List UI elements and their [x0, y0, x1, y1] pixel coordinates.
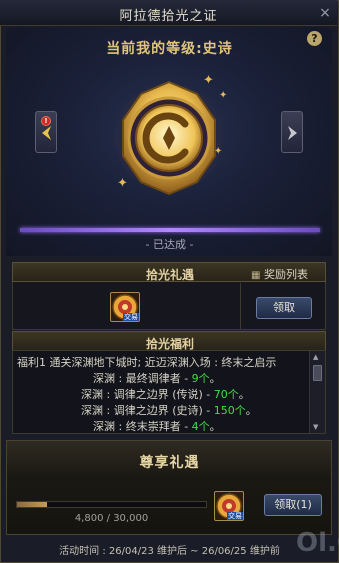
level-status: - 已达成 -	[145, 238, 194, 251]
tradable-tag: 交易	[227, 512, 243, 520]
claim-premium-button[interactable]: 领取(1)	[264, 494, 322, 516]
close-icon[interactable]: ×	[318, 6, 332, 20]
event-period: 活动时间 : 26/04/23 维护后 ~ 26/06/25 维护前	[59, 546, 280, 557]
welfare-line: 深渊 : 调律之边界 (史诗) - 150个。	[81, 404, 257, 417]
watermark-logo: Ol.G	[296, 528, 339, 558]
premium-progress-fill	[17, 502, 48, 507]
welfare-line: 福利1 通关深渊地下城时; 近迈深渊入场 : 终末之启示	[17, 356, 277, 369]
sparkle-icon: ✦	[219, 90, 228, 101]
notification-badge: !	[41, 116, 51, 126]
grid-icon: ▦	[251, 270, 261, 281]
window-title: 阿拉德拾光之证	[119, 9, 218, 24]
scroll-up-icon[interactable]: ▲	[313, 353, 318, 361]
title-bar: 阿拉德拾光之证 ×	[0, 0, 337, 26]
welfare-line: 深渊 : 最终调律者 - 9个。	[93, 372, 221, 385]
chevron-right-icon	[288, 126, 297, 140]
scroll-thumb[interactable]	[313, 365, 322, 381]
welfare-line: 深渊 : 调律之边界 (传说) - 70个。	[81, 388, 250, 401]
premium-item-slot[interactable]: 交易	[214, 491, 244, 521]
scroll-down-icon[interactable]: ▼	[313, 423, 318, 431]
welfare-list[interactable]: 福利1 通关深渊地下城时; 近迈深渊入场 : 终末之启示 深渊 : 最终调律者 …	[12, 350, 326, 434]
sparkle-icon: ✦	[214, 146, 223, 157]
level-progress-bar	[20, 228, 320, 232]
premium-title: 尊享礼遇	[139, 455, 200, 471]
reward-list-button[interactable]: ▦ 奖励列表	[251, 266, 308, 282]
claim-reward-button[interactable]: 领取	[256, 297, 312, 319]
sparkle-icon: ✦	[203, 73, 214, 88]
sparkle-icon: ✦	[117, 176, 128, 191]
welfare-line: 深渊 : 终末崇拜者 - 4个。	[93, 420, 221, 433]
next-level-button[interactable]	[281, 111, 303, 153]
reward-header: 拾光礼遇 ▦ 奖励列表	[12, 262, 326, 282]
divider	[240, 283, 241, 329]
reward-list-label: 奖励列表	[263, 268, 308, 281]
tradable-tag: 交易	[123, 313, 139, 321]
premium-progress-bar	[16, 501, 207, 508]
premium-progress-text: 4,800 / 30,000	[74, 513, 149, 524]
current-level-label: 当前我的等级:史诗	[106, 41, 233, 57]
scrollbar[interactable]: ▲ ▼	[309, 351, 325, 433]
reward-item-slot[interactable]: 交易	[110, 292, 140, 322]
welfare-header: 拾光福利	[12, 331, 326, 351]
chevron-left-icon	[42, 126, 51, 140]
